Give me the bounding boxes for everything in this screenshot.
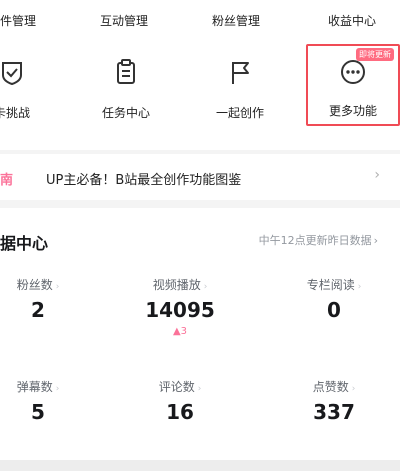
stat-delta: ▲3 xyxy=(172,326,188,337)
challenge-shield-icon xyxy=(0,58,26,86)
tool-task-center-label: 任务中心 xyxy=(101,106,150,120)
clipboard-icon xyxy=(112,58,140,86)
tool-co-create[interactable]: 一起创作 xyxy=(192,52,288,132)
tools-row: 卡挑战 任务中心 一起创作 即将更新 更多功能 xyxy=(0,44,400,132)
stat-value: 14095 xyxy=(145,298,215,322)
chevron-right-icon: › xyxy=(203,282,208,292)
top-tools-row: 件管理 互动管理 粉丝管理 收益中心 xyxy=(0,0,400,34)
data-center-card: 据中心 中午12点更新昨日数据 › 粉丝数 › 2 视频播放 › 14095 ▲3 专… xyxy=(0,208,400,471)
chevron-right-icon: › xyxy=(373,234,378,247)
more-dots-icon xyxy=(339,58,367,86)
tool-manage-works-label[interactable]: 件管理 xyxy=(0,12,36,29)
chevron-right-icon: › xyxy=(197,384,202,394)
tool-co-create-label: 一起创作 xyxy=(215,106,264,120)
stat-likes[interactable]: 点赞数 › 337 xyxy=(274,378,394,448)
tool-more-features-label: 更多功能 xyxy=(328,104,377,118)
tool-interaction-label[interactable]: 互动管理 xyxy=(100,12,148,29)
stat-value: 337 xyxy=(313,400,355,424)
stat-value: 5 xyxy=(31,400,45,424)
guide-tag: 南 xyxy=(0,173,14,188)
stat-label: 专栏阅读 xyxy=(306,278,355,292)
chevron-right-icon: › xyxy=(55,282,60,292)
creator-tools-card: 件管理 互动管理 粉丝管理 收益中心 卡挑战 任务中心 一起创作 即将更新 xyxy=(0,0,400,150)
stat-value: 16 xyxy=(166,400,194,424)
chevron-right-icon: › xyxy=(55,384,60,394)
creator-guide-banner[interactable]: 南 UP主必备！B站最全创作功能图鉴 › xyxy=(0,154,400,200)
bottom-divider xyxy=(0,460,400,471)
chevron-right-icon: › xyxy=(357,282,362,292)
stat-label: 弹幕数 xyxy=(16,380,53,394)
stat-fans[interactable]: 粉丝数 › 2 xyxy=(0,276,98,346)
flag-icon xyxy=(226,58,254,86)
stat-comments[interactable]: 评论数 › 16 xyxy=(120,378,240,448)
stat-label: 评论数 xyxy=(158,380,195,394)
stat-danmaku[interactable]: 弹幕数 › 5 xyxy=(0,378,98,448)
chevron-right-icon: › xyxy=(374,167,380,183)
stat-video-plays[interactable]: 视频播放 › 14095 ▲3 xyxy=(120,276,240,346)
data-update-text: 中午12点更新昨日数据 xyxy=(258,234,372,247)
stat-label: 粉丝数 xyxy=(16,278,53,292)
tool-fans-label[interactable]: 粉丝管理 xyxy=(212,12,260,29)
chevron-right-icon: › xyxy=(351,384,356,394)
tool-challenge[interactable]: 卡挑战 xyxy=(0,52,60,132)
data-update-note[interactable]: 中午12点更新昨日数据 › xyxy=(259,232,378,248)
guide-text: UP主必备！B站最全创作功能图鉴 xyxy=(46,173,242,188)
data-center-title: 据中心 xyxy=(0,234,49,253)
tool-income-label[interactable]: 收益中心 xyxy=(328,12,376,29)
tool-task-center[interactable]: 任务中心 xyxy=(78,52,174,132)
stat-value: 2 xyxy=(31,298,45,322)
tool-challenge-label: 卡挑战 xyxy=(0,106,30,120)
stat-value: 0 xyxy=(327,298,341,322)
tool-more-features[interactable]: 即将更新 更多功能 xyxy=(306,44,400,126)
stat-label: 点赞数 xyxy=(312,380,349,394)
stat-column-reads[interactable]: 专栏阅读 › 0 xyxy=(274,276,394,346)
stat-label: 视频播放 xyxy=(152,278,201,292)
